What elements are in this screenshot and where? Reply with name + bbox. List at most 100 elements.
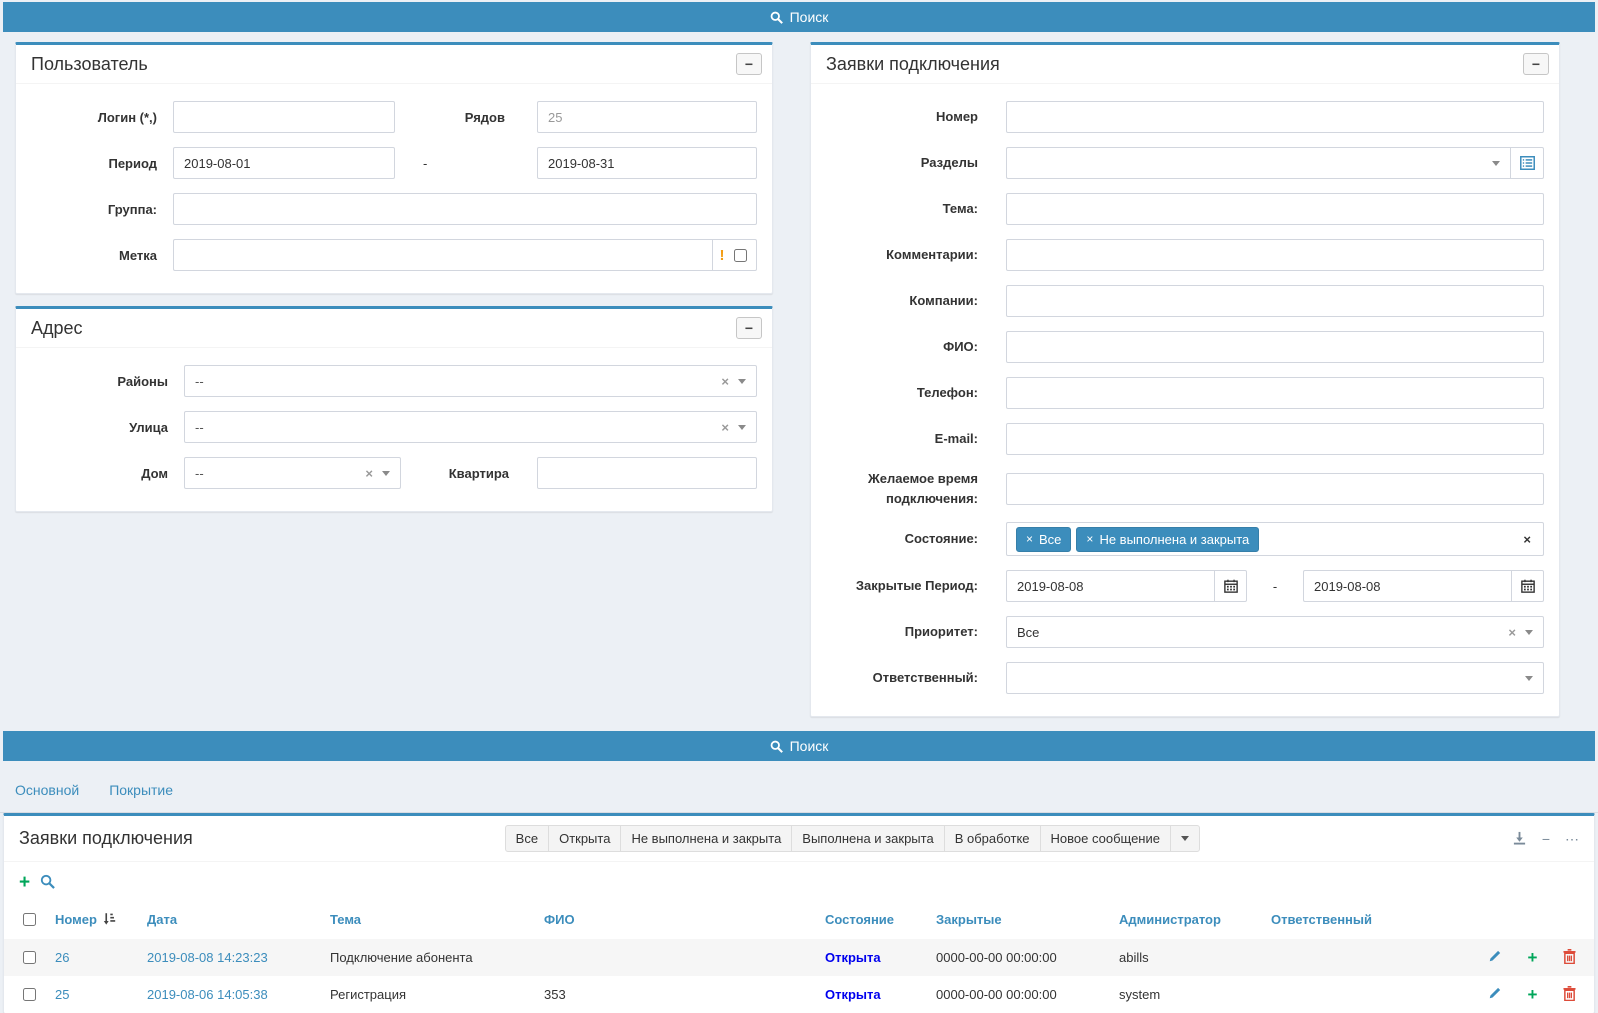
state-tag[interactable]: × Не выполнена и закрыта: [1076, 527, 1259, 552]
email-input[interactable]: [1006, 423, 1544, 455]
clear-icon[interactable]: ×: [1508, 625, 1516, 640]
sections-select[interactable]: [1006, 147, 1510, 179]
edit-icon[interactable]: [1488, 949, 1502, 966]
street-select[interactable]: -- ×: [184, 411, 757, 443]
comments-input[interactable]: [1006, 239, 1544, 271]
sections-list-button[interactable]: [1510, 147, 1544, 179]
column-header-fio[interactable]: ФИО: [544, 912, 575, 927]
rows-label: Рядов: [465, 110, 537, 125]
column-header-state[interactable]: Состояние: [825, 912, 894, 927]
house-select-value: --: [195, 466, 365, 481]
street-select-value: --: [195, 420, 721, 435]
requests-results-panel: Заявки подключения Все Открыта Не выполн…: [3, 813, 1595, 1013]
number-input[interactable]: [1006, 101, 1544, 133]
request-state-link[interactable]: Открыта: [825, 987, 881, 1002]
responsible-label: Ответственный:: [826, 668, 1006, 688]
remove-icon[interactable]: ×: [1086, 532, 1093, 546]
fio-input[interactable]: [1006, 331, 1544, 363]
filter-dropdown-button[interactable]: [1170, 825, 1200, 852]
search-submit-bar-bottom[interactable]: Поиск: [3, 731, 1595, 761]
sections-label: Разделы: [826, 153, 1006, 173]
districts-select[interactable]: -- ×: [184, 365, 757, 397]
closed-to-input[interactable]: [1303, 570, 1511, 602]
request-date-link[interactable]: 2019-08-08 14:23:23: [147, 950, 268, 965]
select-all-checkbox[interactable]: [23, 913, 36, 926]
delete-icon[interactable]: [1563, 986, 1576, 1004]
remove-icon[interactable]: ×: [1026, 532, 1033, 546]
collapse-address-panel-button[interactable]: −: [736, 317, 762, 339]
chevron-down-icon: [1525, 676, 1533, 681]
state-tag[interactable]: × Все: [1016, 527, 1071, 552]
responsible-select[interactable]: [1006, 662, 1544, 694]
request-number-link[interactable]: 25: [55, 987, 69, 1002]
collapse-requests-panel-button[interactable]: −: [1523, 53, 1549, 75]
column-header-closed[interactable]: Закрытые: [936, 912, 1002, 927]
minimize-icon[interactable]: −: [1542, 832, 1550, 846]
column-header-date[interactable]: Дата: [147, 912, 177, 927]
state-multiselect[interactable]: × Все × Не выполнена и закрыта ×: [1006, 522, 1544, 556]
company-input[interactable]: [1006, 285, 1544, 317]
closed-from-calendar-button[interactable]: [1214, 570, 1247, 602]
collapse-user-panel-button[interactable]: −: [736, 53, 762, 75]
filter-new-message-button[interactable]: Новое сообщение: [1040, 825, 1171, 852]
add-message-icon[interactable]: +: [1527, 989, 1537, 1001]
search-toggle-icon[interactable]: [40, 874, 55, 892]
add-request-icon[interactable]: +: [19, 876, 30, 890]
request-date-link[interactable]: 2019-08-06 14:05:38: [147, 987, 268, 1002]
request-number-link[interactable]: 26: [55, 950, 69, 965]
filter-done-closed-button[interactable]: Выполнена и закрыта: [791, 825, 944, 852]
clear-icon[interactable]: ×: [365, 466, 373, 481]
add-message-icon[interactable]: +: [1527, 952, 1537, 964]
column-header-number[interactable]: Номер: [55, 912, 97, 927]
closed-from-input[interactable]: [1006, 570, 1214, 602]
search-bar-label: Поиск: [790, 738, 829, 754]
apartment-input[interactable]: [537, 457, 757, 489]
search-submit-bar-top[interactable]: Поиск: [3, 2, 1595, 32]
filter-open-button[interactable]: Открыта: [548, 825, 621, 852]
mark-input[interactable]: [173, 239, 712, 271]
edit-icon[interactable]: [1488, 986, 1502, 1003]
login-label: Логин (*,): [31, 110, 173, 125]
desired-time-input[interactable]: [1006, 473, 1544, 505]
table-row: 25 2019-08-06 14:05:38 Регистрация 353 О…: [4, 976, 1594, 1013]
column-header-responsible[interactable]: Ответственный: [1271, 912, 1372, 927]
user-panel-title: Пользователь: [31, 54, 148, 75]
search-icon: [770, 11, 783, 24]
more-options-icon[interactable]: ⋯: [1565, 832, 1579, 846]
address-panel-title: Адрес: [31, 318, 83, 339]
request-responsible: [1263, 976, 1453, 1013]
priority-select[interactable]: Все ×: [1006, 616, 1544, 648]
filter-in-progress-button[interactable]: В обработке: [944, 825, 1041, 852]
tab-main[interactable]: Основной: [15, 782, 79, 798]
filter-all-button[interactable]: Все: [505, 825, 549, 852]
mark-addon[interactable]: !: [712, 239, 757, 271]
column-header-subject[interactable]: Тема: [330, 912, 361, 927]
period-from-input[interactable]: [173, 147, 395, 179]
row-checkbox[interactable]: [23, 951, 36, 964]
house-select[interactable]: -- ×: [184, 457, 401, 489]
login-input[interactable]: [173, 101, 395, 133]
export-icon[interactable]: [1512, 831, 1527, 847]
column-header-admin[interactable]: Администратор: [1119, 912, 1221, 927]
tab-coverage[interactable]: Покрытие: [109, 782, 173, 798]
clear-icon[interactable]: ×: [721, 420, 729, 435]
closed-to-calendar-button[interactable]: [1511, 570, 1544, 602]
request-state-link[interactable]: Открыта: [825, 950, 881, 965]
period-to-input[interactable]: [537, 147, 757, 179]
subject-input[interactable]: [1006, 193, 1544, 225]
request-closed: 0000-00-00 00:00:00: [928, 939, 1111, 976]
delete-icon[interactable]: [1563, 949, 1576, 967]
clear-icon[interactable]: ×: [721, 374, 729, 389]
comments-label: Комментарии:: [826, 245, 1006, 265]
desired-time-label: Желаемое время подключения:: [826, 469, 1006, 508]
filter-not-done-closed-button[interactable]: Не выполнена и закрыта: [620, 825, 792, 852]
rows-input[interactable]: [537, 101, 757, 133]
group-input[interactable]: [173, 193, 757, 225]
sort-icon[interactable]: [103, 912, 116, 928]
closed-period-label: Закрытые Период:: [826, 576, 1006, 596]
row-checkbox[interactable]: [23, 988, 36, 1001]
phone-label: Телефон:: [826, 383, 1006, 403]
phone-input[interactable]: [1006, 377, 1544, 409]
mark-not-checkbox[interactable]: [734, 249, 747, 262]
clear-icon[interactable]: ×: [1523, 532, 1531, 547]
